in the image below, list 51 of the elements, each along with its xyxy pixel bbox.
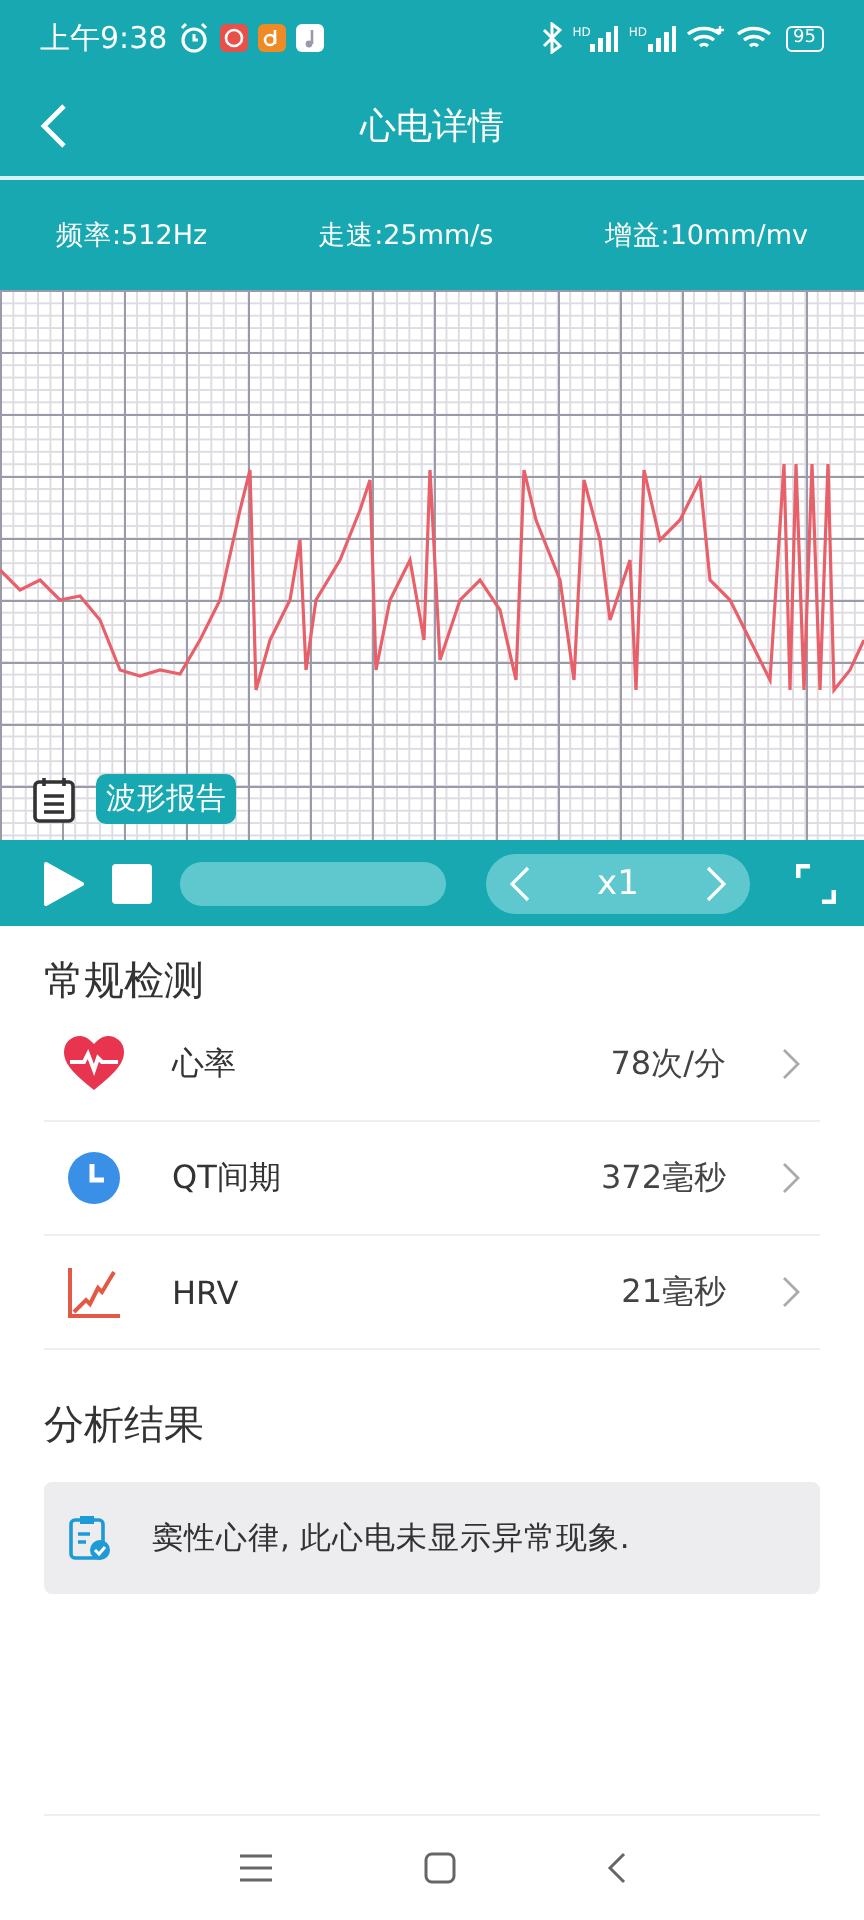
wifi-icon: [735, 24, 776, 52]
measurement-row[interactable]: 心率 78次/分: [44, 1008, 820, 1122]
clock-icon: [66, 1150, 122, 1206]
chevron-left-icon: [510, 865, 530, 901]
back-icon[interactable]: [605, 1852, 626, 1884]
app-notification-icon: [219, 24, 248, 52]
bluetooth-icon: [542, 22, 563, 54]
stop-icon: [112, 863, 152, 903]
measurement-row[interactable]: HRV 21毫秒: [44, 1236, 820, 1350]
ecg-parameter: 增益:10mm/mv: [604, 217, 808, 253]
clipboard-check-icon: [68, 1514, 112, 1562]
signal-icon: [590, 25, 619, 51]
playback-speed: x1: [597, 863, 639, 903]
page-title: 心电详情: [357, 104, 506, 150]
ecg-parameter: 频率:512Hz: [56, 217, 208, 253]
alarm-icon: [177, 22, 210, 54]
measurement-value: 21毫秒: [621, 1271, 726, 1313]
chevron-right-icon: [705, 865, 726, 901]
speed-down-button[interactable]: [510, 865, 530, 901]
chevron-right-icon: [782, 1162, 800, 1194]
music-note-icon: [295, 24, 324, 52]
chevron-right-icon: [782, 1048, 800, 1080]
section-title: 常规检测: [42, 954, 206, 1008]
measurement-label: QT间期: [172, 1157, 283, 1199]
line-chart-icon: [66, 1264, 122, 1320]
fullscreen-icon: [796, 863, 836, 903]
measurement-value: 372毫秒: [600, 1157, 726, 1199]
analysis-result: 窦性心律, 此心电未显示异常现象.: [152, 1517, 630, 1559]
heart-rate-icon: [64, 1036, 124, 1092]
measurement-label: 心率: [172, 1043, 238, 1085]
fullscreen-button[interactable]: [796, 863, 836, 903]
section-title: 分析结果: [42, 1398, 206, 1452]
measurement-value: 78次/分: [610, 1043, 726, 1085]
measurement-row[interactable]: QT间期 372毫秒: [44, 1122, 820, 1236]
wifi-icon: [685, 24, 726, 52]
chevron-right-icon: [782, 1276, 800, 1308]
back-icon: [40, 102, 68, 150]
app-notification-icon: [257, 24, 286, 52]
signal-icon: [647, 25, 676, 51]
ecg-parameter: 走速:25mm/s: [318, 217, 494, 253]
measurement-label: HRV: [172, 1273, 241, 1311]
status-time: 上午9:38: [40, 19, 168, 57]
play-button[interactable]: [44, 861, 84, 905]
play-icon: [44, 861, 84, 905]
progress-bar[interactable]: [180, 861, 446, 905]
battery-indicator: 95: [785, 25, 824, 51]
menu-icon[interactable]: [238, 1854, 275, 1882]
home-icon[interactable]: [423, 1852, 456, 1884]
report-icon: [32, 775, 76, 823]
stop-button[interactable]: [112, 863, 152, 903]
speed-up-button[interactable]: [705, 865, 726, 901]
